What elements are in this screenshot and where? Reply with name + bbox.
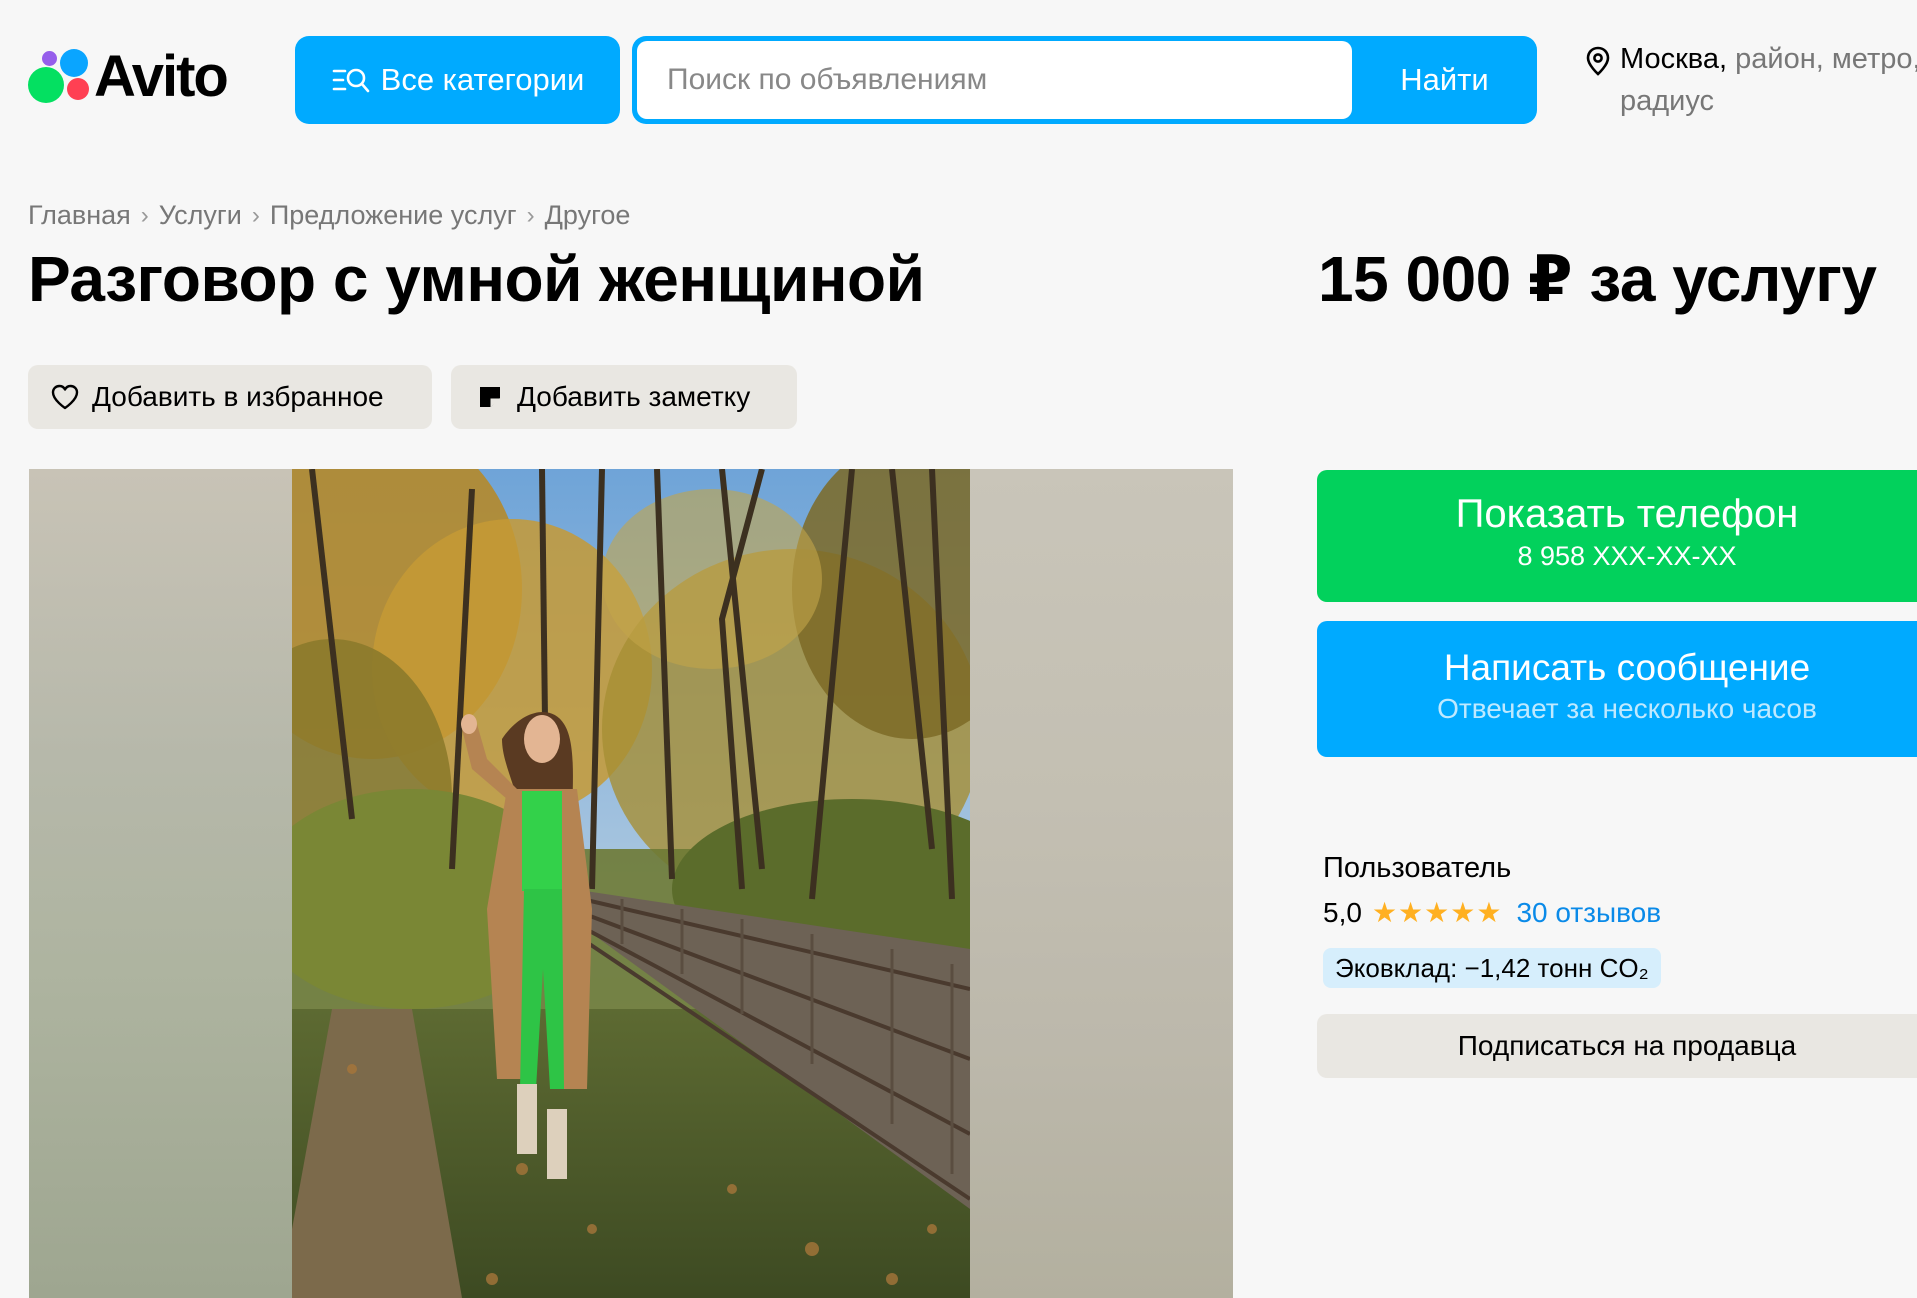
breadcrumb-service-offers[interactable]: Предложение услуг [270,200,517,231]
photo-gallery[interactable] [29,469,1233,1298]
logo-text: Avito [94,44,229,109]
location-pin-icon [1586,46,1610,76]
show-phone-label: Показать телефон [1455,492,1799,536]
rating-stars-icon: ★★★★★ [1371,897,1503,928]
seller-name[interactable]: Пользователь [1323,852,1511,885]
heart-icon [51,384,79,410]
search-button[interactable]: Найти [1352,36,1537,124]
write-message-label: Написать сообщение [1443,647,1811,688]
search-input[interactable] [637,41,1352,119]
add-to-favorites-label: Добавить в избранное [92,381,384,412]
add-note-label: Добавить заметку [517,381,751,412]
all-categories-button[interactable]: Все категории [295,36,620,124]
listing-photo[interactable] [292,469,970,1298]
chevron-right-icon: › [140,201,149,229]
reviews-link[interactable]: 30 отзывов [1516,897,1661,929]
chevron-right-icon: › [526,201,535,229]
listing-price: 15 000 ₽ за услугу [1318,243,1877,315]
breadcrumb: Главная › Услуги › Предложение услуг › Д… [28,200,630,231]
listing-title: Разговор с умной женщиной [28,243,925,315]
subscribe-seller-button[interactable]: Подписаться на продавца [1317,1014,1917,1078]
search-bar: Найти [632,36,1537,124]
note-icon [480,387,500,407]
breadcrumb-main[interactable]: Главная [28,200,131,231]
masked-phone-number: 8 958 XXX-XX-XX [1517,541,1737,571]
eco-contribution-text: Эковклад: −1,42 тонн CO₂ [1335,952,1649,983]
avito-logo[interactable]: Avito [28,44,229,109]
categories-search-icon [332,68,369,93]
breadcrumb-other[interactable]: Другое [545,200,631,231]
location-city: Москва, [1620,43,1728,75]
add-to-favorites-button[interactable]: Добавить в избранное [28,365,432,429]
gallery-blur-right [970,469,1233,1298]
response-time-hint: Отвечает за несколько часов [1437,693,1817,724]
chevron-right-icon: › [251,201,260,229]
listing-photo-image [292,469,970,1298]
write-message-button[interactable]: Написать сообщение Отвечает за несколько… [1317,621,1917,757]
gallery-blur-left [29,469,292,1298]
search-button-label: Найти [1400,62,1489,97]
seller-rating: 5,0 ★★★★★ 30 отзывов [1323,896,1661,929]
breadcrumb-services[interactable]: Услуги [159,200,242,231]
rating-value: 5,0 [1323,896,1362,928]
location-hint-radius: радиус [1620,85,1715,117]
subscribe-seller-label: Подписаться на продавца [1457,1030,1797,1061]
show-phone-button[interactable]: Показать телефон 8 958 XXX-XX-XX [1317,470,1917,602]
add-note-button[interactable]: Добавить заметку [451,365,797,429]
all-categories-label: Все категории [380,62,585,97]
location-hint: район, метро, [1727,43,1917,75]
location-selector[interactable]: Москва, район, метро, радиус [1585,38,1917,122]
eco-contribution-badge[interactable]: Эковклад: −1,42 тонн CO₂ [1323,948,1661,988]
logo-dots-icon [28,48,90,106]
